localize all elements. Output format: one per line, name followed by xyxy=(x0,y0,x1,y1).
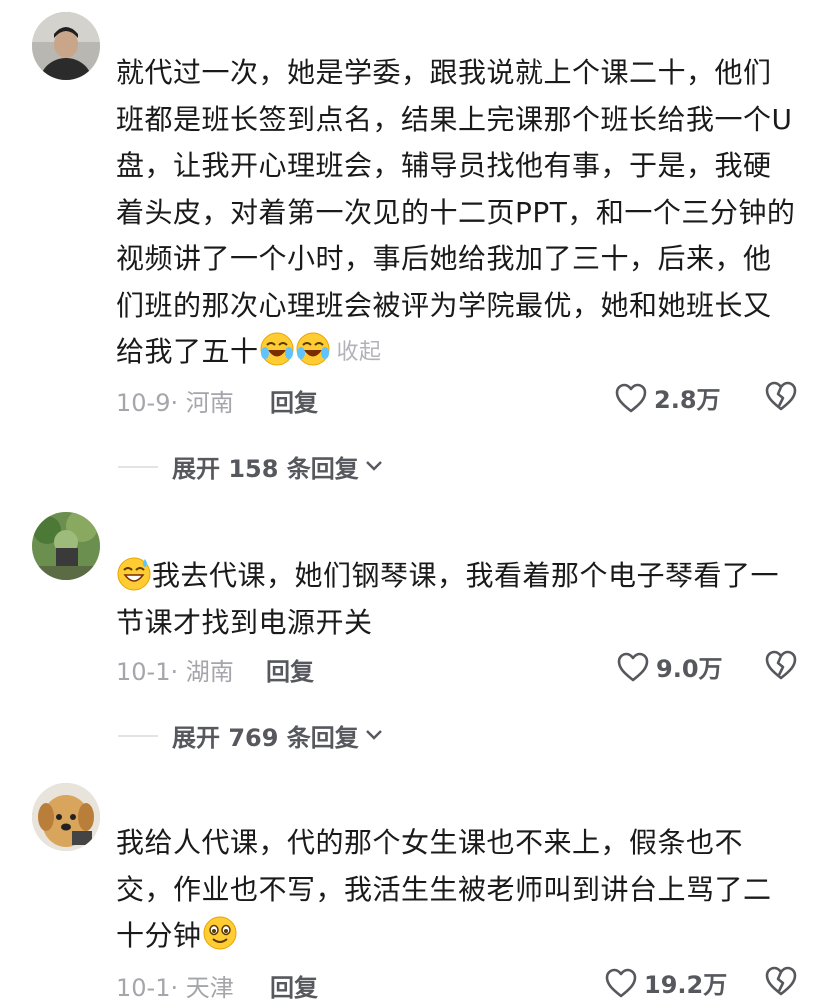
comment-text: 我去代课，她们钢琴课，我看着那个电子琴看了一节课才找到电源开关 xyxy=(116,553,796,646)
broken-heart-icon xyxy=(765,650,797,680)
expand-replies-label: 展开 158 条回复 xyxy=(172,455,359,483)
expand-replies[interactable]: 展开 769 条回复 xyxy=(118,718,383,753)
broken-heart-icon xyxy=(765,381,797,411)
date-location: 10-9· 河南 xyxy=(116,389,234,417)
sweat-smile-emoji xyxy=(116,555,152,591)
dislike-button[interactable] xyxy=(764,965,798,997)
heart-icon xyxy=(604,967,638,999)
date-location: 10-1· 湖南 xyxy=(116,658,234,686)
avatar[interactable] xyxy=(32,12,100,80)
expand-replies[interactable]: 展开 158 条回复 xyxy=(118,449,383,484)
reply-button[interactable]: 回复 xyxy=(266,652,314,687)
like-count: 9.0万 xyxy=(656,655,723,683)
avatar[interactable] xyxy=(32,512,100,580)
heart-icon xyxy=(616,651,650,683)
heart-icon xyxy=(614,382,648,414)
like-button[interactable]: 2.8万 xyxy=(614,380,721,415)
divider-line xyxy=(118,734,158,737)
like-count: 19.2万 xyxy=(644,971,728,999)
reply-button[interactable]: 回复 xyxy=(270,968,318,1003)
like-count: 2.8万 xyxy=(654,386,721,414)
dislike-button[interactable] xyxy=(764,649,798,681)
reply-button[interactable]: 回复 xyxy=(270,383,318,418)
date-location: 10-1· 天津 xyxy=(116,974,234,1002)
comment-text-body: 就代过一次，她是学委，跟我说就上个课二十，他们班都是班长签到点名，结果上完课那个… xyxy=(116,56,796,368)
comment-text-body: 我去代课，她们钢琴课，我看着那个电子琴看了一节课才找到电源开关 xyxy=(116,559,780,639)
avatar[interactable] xyxy=(32,783,100,851)
rofl-emoji xyxy=(259,331,295,367)
smile-emoji xyxy=(202,915,238,951)
collapse-link[interactable]: 收起 xyxy=(337,340,382,365)
dislike-button[interactable] xyxy=(764,380,798,412)
divider-line xyxy=(118,465,158,468)
chevron-down-icon xyxy=(365,726,383,745)
like-button[interactable]: 19.2万 xyxy=(604,965,727,1000)
comment-text: 就代过一次，她是学委，跟我说就上个课二十，他们班都是班长签到点名，结果上完课那个… xyxy=(116,50,796,377)
expand-replies-label: 展开 769 条回复 xyxy=(172,724,359,752)
comment-text: 我给人代课，代的那个女生课也不来上，假条也不交，作业也不写，我活生生被老师叫到讲… xyxy=(116,820,796,960)
chevron-down-icon xyxy=(365,457,383,476)
rofl-emoji xyxy=(295,331,331,367)
like-button[interactable]: 9.0万 xyxy=(616,649,723,684)
broken-heart-icon xyxy=(765,966,797,996)
